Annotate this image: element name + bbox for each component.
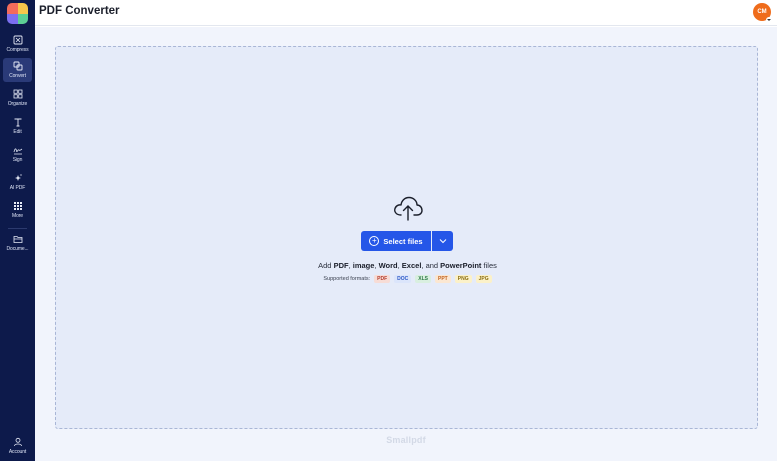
smallpdf-logo[interactable] xyxy=(7,3,28,24)
format-chip-doc: DOC xyxy=(394,275,412,283)
format-chip-ppt: PPT xyxy=(435,275,451,283)
sidebar-item-label: More xyxy=(12,213,23,219)
upload-hint: Add PDF, image, Word, Excel, and PowerPo… xyxy=(56,261,759,270)
sidebar-item-label: Edit xyxy=(13,129,22,135)
sidebar-item-label: Convert xyxy=(9,73,26,79)
sidebar-item-convert[interactable]: Convert xyxy=(3,58,32,82)
hint-word: Word xyxy=(378,261,398,270)
sidebar-item-label: Organize xyxy=(7,101,28,107)
sidebar-item-compress[interactable]: Compress xyxy=(3,32,32,56)
format-chip-xls: XLS xyxy=(415,275,432,283)
hint-image: image xyxy=(352,261,375,270)
hint-text: Add xyxy=(318,261,334,270)
signature-icon xyxy=(13,148,22,155)
formats-label: Supported formats: xyxy=(323,276,371,282)
convert-icon xyxy=(13,61,22,71)
sidebar-item-label: Compress xyxy=(6,47,29,53)
format-chip-jpg: JPG xyxy=(475,275,492,283)
sidebar-item-edit[interactable]: Edit xyxy=(3,114,32,138)
sidebar-divider xyxy=(8,228,27,229)
hint-excel: Excel xyxy=(401,261,422,270)
user-icon xyxy=(13,437,22,447)
compress-icon xyxy=(13,35,22,45)
apps-icon xyxy=(13,202,22,210)
app: Compress Convert Organize Edit Sign AI P… xyxy=(0,0,777,461)
hint-pdf: PDF xyxy=(333,261,349,270)
sidebar-item-organize[interactable]: Organize xyxy=(3,86,32,110)
sidebar: Compress Convert Organize Edit Sign AI P… xyxy=(0,0,35,461)
select-files-label: Select files xyxy=(383,236,423,246)
sidebar-item-sign[interactable]: Sign xyxy=(3,142,32,166)
cloud-upload-icon xyxy=(394,196,423,221)
sidebar-item-label: AI PDF xyxy=(9,185,26,191)
top-bar: PDF Converter CM xyxy=(35,0,777,26)
sidebar-item-documents[interactable]: Docume... xyxy=(3,231,32,255)
plus-circle-icon: + xyxy=(369,236,380,246)
main-area: + Select files Add PDF, image, Word, Exc… xyxy=(35,27,777,461)
sparkle-icon xyxy=(14,174,22,181)
supported-formats: Supported formats: PDF DOC XLS PPT PNG J… xyxy=(56,275,759,283)
hint-text: , and xyxy=(421,261,441,270)
hint-text: files xyxy=(481,261,497,270)
avatar-initials: CM xyxy=(757,9,767,15)
page-title: PDF Converter xyxy=(39,5,120,17)
hint-powerpoint: PowerPoint xyxy=(440,261,482,270)
sidebar-item-label: Sign xyxy=(12,157,23,163)
sidebar-item-label: Docume... xyxy=(6,246,29,252)
format-chip-pdf: PDF xyxy=(374,275,391,283)
select-files-button[interactable]: + Select files xyxy=(361,231,431,251)
sidebar-item-label: Account xyxy=(8,449,27,455)
sidebar-item-ai-pdf[interactable]: AI PDF xyxy=(3,170,32,194)
select-source-dropdown-button[interactable] xyxy=(432,231,453,251)
text-icon xyxy=(14,118,21,127)
sidebar-item-account[interactable]: Account xyxy=(3,434,32,458)
grid-icon xyxy=(13,89,22,99)
brand-wordmark: Smallpdf xyxy=(386,435,426,445)
folder-icon xyxy=(13,236,22,243)
sidebar-item-more[interactable]: More xyxy=(3,198,32,222)
file-dropzone[interactable]: + Select files Add PDF, image, Word, Exc… xyxy=(55,46,758,429)
format-chip-png: PNG xyxy=(454,275,472,283)
chevron-down-icon xyxy=(439,239,446,244)
chevron-down-icon[interactable] xyxy=(766,17,772,23)
